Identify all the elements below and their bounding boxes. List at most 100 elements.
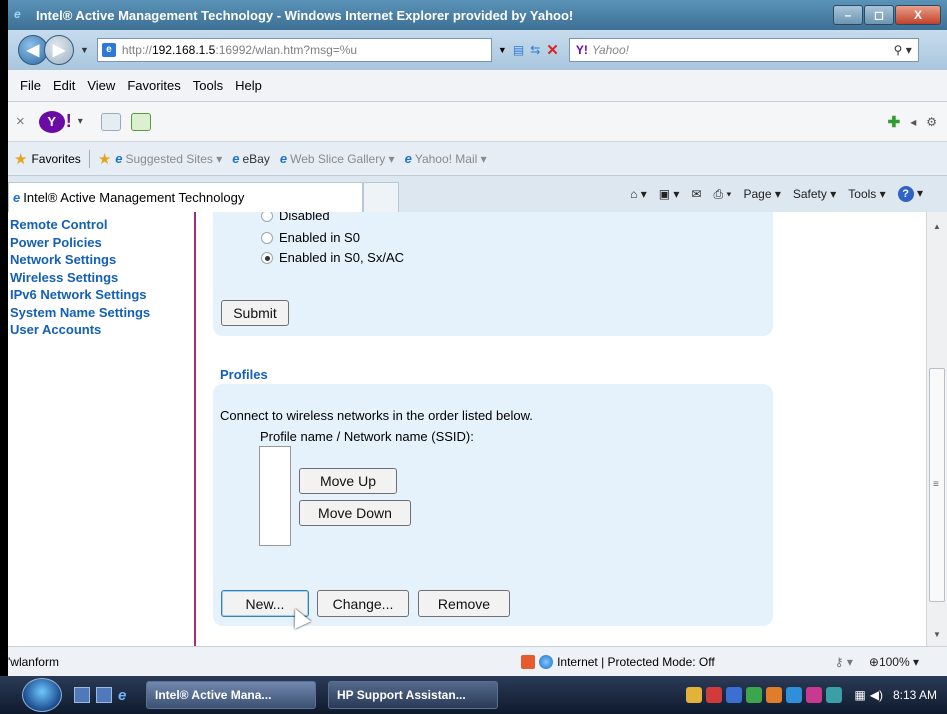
start-button[interactable]: [22, 678, 62, 712]
tray-icon[interactable]: [706, 687, 723, 703]
clock[interactable]: 8:13 AM: [893, 688, 937, 702]
tab-title: Intel® Active Management Technology: [23, 190, 245, 205]
tray-icon[interactable]: [686, 687, 703, 703]
nav-ipv6-network-settings[interactable]: IPv6 Network Settings: [10, 286, 190, 304]
radio-enabled-s0[interactable]: Enabled in S0: [261, 230, 360, 245]
fav-ebay[interactable]: e eBay: [232, 151, 270, 166]
refresh-icon[interactable]: ⇆: [530, 43, 540, 57]
fav-label: Suggested Sites ▾: [125, 151, 223, 166]
show-desktop-icon[interactable]: [74, 687, 90, 703]
security-zone[interactable]: Internet | Protected Mode: Off: [521, 654, 715, 669]
profiles-panel: Connect to wireless networks in the orde…: [213, 384, 773, 626]
compatibility-view-icon[interactable]: ▤: [513, 43, 524, 57]
add-to-favorites-icon[interactable]: ★: [98, 150, 111, 168]
close-toolbar-icon[interactable]: ×: [16, 113, 25, 130]
menu-view[interactable]: View: [87, 78, 115, 93]
page-icon: e: [101, 43, 116, 57]
feeds-icon[interactable]: ▣ ▾: [659, 187, 680, 201]
switch-windows-icon[interactable]: [96, 687, 112, 703]
volume-icon[interactable]: ◀): [870, 688, 883, 702]
menu-tools[interactable]: Tools: [193, 78, 223, 93]
nav-remote-control[interactable]: Remote Control: [10, 216, 190, 234]
nav-system-name-settings[interactable]: System Name Settings: [10, 304, 190, 322]
toolbar-apps-icon[interactable]: [130, 112, 151, 131]
fav-label: Yahoo! Mail ▾: [414, 151, 487, 166]
radio-button-selected[interactable]: [261, 251, 273, 264]
url-dropdown-icon[interactable]: ▼: [498, 45, 507, 55]
nav-user-accounts[interactable]: User Accounts: [10, 321, 190, 339]
ie-icon: e: [14, 7, 21, 21]
page-menu[interactable]: Page ▾: [743, 187, 780, 201]
taskbar-item-intel-amt[interactable]: Intel® Active Mana...: [146, 681, 316, 709]
yahoo-menu-dropdown-icon[interactable]: ▾: [78, 116, 83, 127]
zoom-level[interactable]: ⊕100% ▾: [869, 655, 919, 669]
new-tab-button[interactable]: [363, 182, 399, 212]
forward-button[interactable]: ▶: [44, 35, 74, 65]
taskbar-item-hp-support[interactable]: HP Support Assistan...: [328, 681, 498, 709]
menu-favorites[interactable]: Favorites: [127, 78, 180, 93]
yahoo-logo-icon[interactable]: Y: [38, 110, 65, 133]
url-scheme: http://: [121, 43, 152, 57]
search-input[interactable]: Y! Yahoo! ⚲ ▾: [568, 38, 919, 62]
close-window-button[interactable]: X: [895, 5, 941, 25]
toolbar-edit-icon[interactable]: [100, 112, 121, 131]
fav-suggested-sites[interactable]: e Suggested Sites ▾: [115, 151, 222, 166]
tab-intel-amt[interactable]: e Intel® Active Management Technology: [8, 182, 363, 212]
tray-icon[interactable]: [786, 687, 803, 703]
ie-page-icon: e: [279, 151, 288, 166]
profiles-listbox[interactable]: [259, 446, 291, 546]
print-icon[interactable]: ⎙ ▾: [714, 187, 732, 202]
recent-pages-dropdown-icon[interactable]: ▼: [80, 45, 89, 55]
internet-explorer-icon[interactable]: e: [118, 687, 134, 704]
scrollbar-thumb[interactable]: ≡: [929, 368, 945, 602]
help-menu[interactable]: ? ▾: [897, 186, 923, 202]
vertical-scrollbar[interactable]: ▲ ≡ ▼: [926, 212, 947, 646]
scroll-up-icon[interactable]: ▲: [933, 222, 941, 231]
tray-icon[interactable]: [826, 687, 843, 703]
minimize-button[interactable]: –: [833, 5, 863, 25]
nav-network-settings[interactable]: Network Settings: [10, 251, 190, 269]
scroll-down-icon[interactable]: ▼: [933, 630, 941, 639]
move-down-button[interactable]: Move Down: [299, 500, 411, 526]
tray-icon[interactable]: [726, 687, 743, 703]
remove-profile-button[interactable]: Remove: [418, 590, 510, 617]
submit-button[interactable]: Submit: [221, 300, 289, 326]
url-input[interactable]: e http:// 192.168.1.5 :16992/wlan.htm?ms…: [96, 38, 492, 62]
radio-disabled[interactable]: Disabled: [261, 212, 330, 223]
menu-file[interactable]: File: [20, 78, 41, 93]
menu-help[interactable]: Help: [235, 78, 262, 93]
add-icon[interactable]: ✚: [888, 113, 901, 131]
search-icon[interactable]: ⚲ ▾: [894, 43, 912, 57]
menu-edit[interactable]: Edit: [53, 78, 75, 93]
security-status-icon[interactable]: ⚷ ▾: [835, 655, 853, 669]
internet-zone-icon: [539, 654, 554, 669]
tools-menu[interactable]: Tools ▾: [848, 187, 885, 201]
radio-label: Enabled in S0, Sx/AC: [279, 250, 405, 265]
fav-yahoo-mail[interactable]: e Yahoo! Mail ▾: [405, 151, 487, 166]
fav-web-slice-gallery[interactable]: e Web Slice Gallery ▾: [280, 151, 395, 166]
tray-icon[interactable]: [746, 687, 763, 703]
tray-icon[interactable]: [806, 687, 823, 703]
read-mail-icon[interactable]: ✉: [691, 187, 701, 201]
radio-button[interactable]: [261, 212, 273, 222]
nav-wireless-settings[interactable]: Wireless Settings: [10, 269, 190, 287]
tray-icon[interactable]: [766, 687, 783, 703]
home-icon[interactable]: ⌂ ▾: [630, 187, 647, 201]
stop-icon[interactable]: ✕: [546, 41, 559, 59]
profiles-heading: Profiles: [220, 367, 268, 382]
favorites-star-icon[interactable]: ★: [14, 150, 27, 168]
zone-label: Internet | Protected Mode: Off: [557, 654, 715, 669]
nav-power-policies[interactable]: Power Policies: [10, 234, 190, 252]
move-up-button[interactable]: Move Up: [299, 468, 397, 494]
radio-button[interactable]: [261, 231, 273, 244]
settings-gear-icon[interactable]: ⚙: [926, 115, 937, 129]
favorites-button[interactable]: Favorites: [31, 152, 80, 166]
scroll-left-icon[interactable]: ◂: [910, 115, 916, 129]
fav-label: Web Slice Gallery ▾: [290, 151, 395, 166]
radio-label: Enabled in S0: [279, 230, 360, 245]
network-icon[interactable]: ▦: [854, 688, 865, 702]
maximize-button[interactable]: ◻: [864, 5, 894, 25]
radio-enabled-s0-sx-ac[interactable]: Enabled in S0, Sx/AC: [261, 250, 404, 265]
safety-menu[interactable]: Safety ▾: [793, 187, 836, 201]
change-profile-button[interactable]: Change...: [317, 590, 409, 617]
